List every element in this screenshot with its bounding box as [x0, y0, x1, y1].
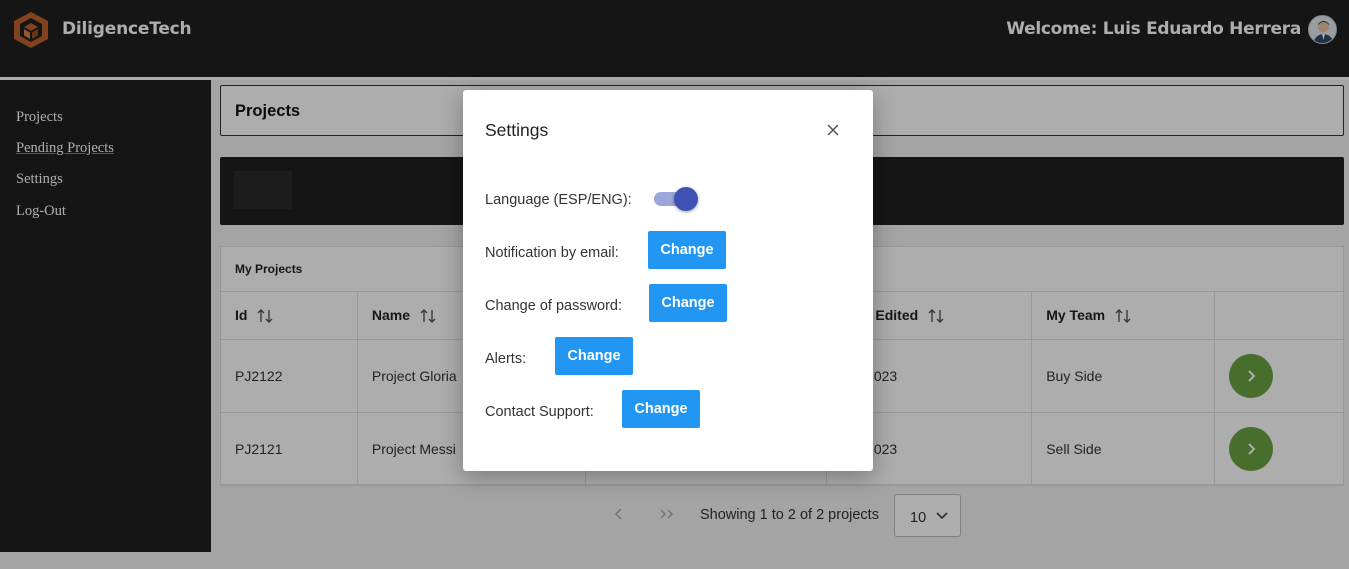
settings-dialog: Settings Language (ESP/ENG): Notificatio… [463, 90, 873, 471]
notification-email-label: Notification by email: [485, 245, 619, 261]
language-label: Language (ESP/ENG): [485, 192, 632, 208]
change-password-label: Change of password: [485, 298, 623, 314]
close-icon[interactable] [825, 122, 841, 138]
change-notification-button[interactable]: Change [648, 231, 726, 269]
alerts-label: Alerts: [485, 351, 527, 367]
change-password-button[interactable]: Change [649, 284, 727, 322]
contact-support-button[interactable]: Change [622, 390, 700, 428]
dialog-title: Settings [485, 120, 549, 140]
language-toggle[interactable] [654, 187, 698, 211]
toggle-thumb [674, 187, 698, 211]
change-alerts-button[interactable]: Change [555, 337, 633, 375]
contact-support-label: Contact Support: [485, 404, 594, 420]
